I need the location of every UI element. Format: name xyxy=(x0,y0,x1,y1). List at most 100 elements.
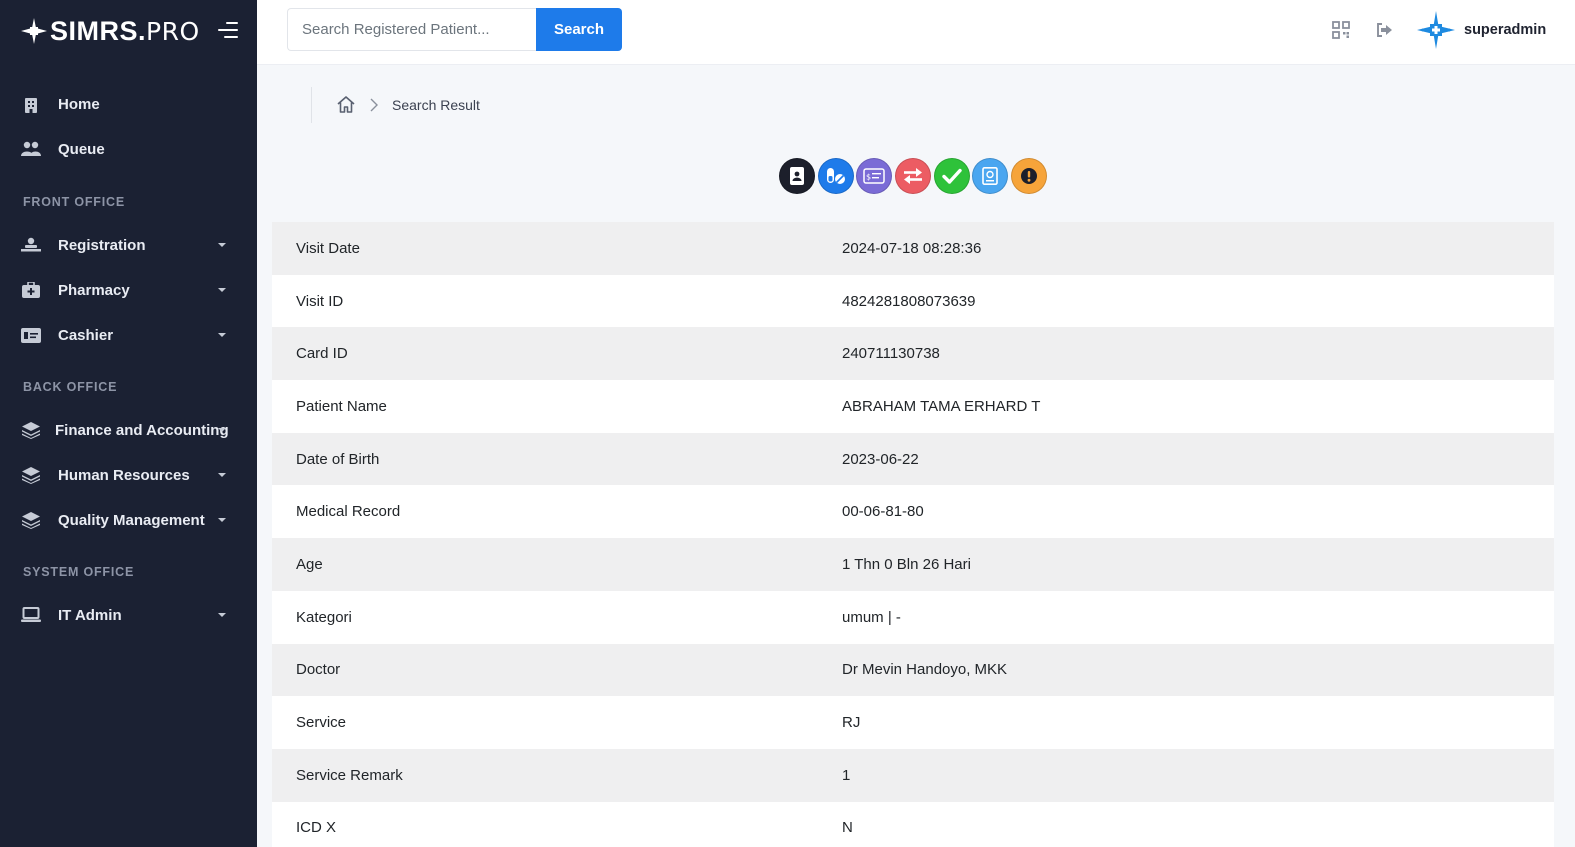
sidebar-item-label: Registration xyxy=(58,236,146,254)
sidebar-item-quality-management[interactable]: Quality Management xyxy=(0,500,257,540)
table-row: Service RJ xyxy=(272,696,1554,749)
exchange-arrows-icon xyxy=(904,168,923,184)
exclamation-icon xyxy=(1021,168,1038,184)
sidebar-item-registration[interactable]: Registration xyxy=(0,225,257,265)
pills-icon xyxy=(826,168,845,184)
topbar: Search superadmin xyxy=(257,0,1575,65)
row-value: ABRAHAM TAMA ERHARD T xyxy=(842,397,1041,415)
chevron-down-icon xyxy=(218,428,226,432)
logo-icon xyxy=(21,18,47,44)
row-value: N xyxy=(842,819,853,837)
table-row: Date of Birth 2023-06-22 xyxy=(272,432,1554,486)
layers-icon xyxy=(21,510,41,530)
table-row: Kategori umum | - xyxy=(272,590,1554,644)
brand-logo[interactable]: SIMRS.PRO xyxy=(20,14,200,48)
search-input[interactable] xyxy=(287,8,537,51)
row-value: 4824281808073639 xyxy=(842,292,976,310)
patient-bed-icon xyxy=(21,235,41,255)
row-value: 240711130738 xyxy=(842,345,940,363)
laptop-icon xyxy=(21,605,41,625)
row-label: Age xyxy=(296,555,323,573)
sidebar-item-label: IT Admin xyxy=(58,606,122,624)
section-back-office: BACK OFFICE xyxy=(23,380,118,394)
row-label: Date of Birth xyxy=(296,450,380,468)
row-value: 2024-07-18 08:28:36 xyxy=(842,239,982,257)
sidebar-item-queue[interactable]: Queue xyxy=(0,129,257,169)
users-icon xyxy=(21,139,41,159)
sidebar-item-label: Pharmacy xyxy=(58,281,130,299)
qr-code-icon[interactable] xyxy=(1332,21,1350,39)
row-label: Kategori xyxy=(296,608,352,626)
breadcrumb-current: Search Result xyxy=(392,97,480,113)
sidebar-item-label: Queue xyxy=(58,140,105,158)
address-book-icon xyxy=(982,167,999,185)
chevron-down-icon xyxy=(218,613,226,617)
table-row: ICD X N xyxy=(272,801,1554,847)
row-label: Service xyxy=(296,714,347,732)
menu-toggle-icon[interactable] xyxy=(218,21,238,39)
row-value: 1 Thn 0 Bln 26 Hari xyxy=(842,555,971,573)
transfer-button[interactable] xyxy=(895,158,932,194)
row-label: Doctor xyxy=(296,661,341,679)
sidebar-item-label: Finance and Accounting xyxy=(55,421,229,439)
sidebar: SIMRS.PRO Home Queue FRONT OFFICE Regist… xyxy=(0,0,257,847)
section-system-office: SYSTEM OFFICE xyxy=(23,565,135,579)
layers-icon xyxy=(21,420,41,440)
table-row: Visit Date 2024-07-18 08:28:36 xyxy=(272,222,1554,275)
chevron-down-icon xyxy=(218,288,226,292)
row-value: 00-06-81-80 xyxy=(842,503,924,521)
check-icon xyxy=(942,168,962,184)
chevron-down-icon xyxy=(218,243,226,247)
row-label: ICD X xyxy=(296,819,337,837)
sidebar-item-label: Quality Management xyxy=(58,511,205,529)
table-row: Age 1 Thn 0 Bln 26 Hari xyxy=(272,538,1554,591)
sidebar-item-human-resources[interactable]: Human Resources xyxy=(0,455,257,495)
money-check-icon: $ xyxy=(863,168,886,184)
sidebar-item-label: Cashier xyxy=(58,326,114,344)
brand-name: SIMRS.PRO xyxy=(50,15,200,46)
breadcrumb: Search Result xyxy=(311,87,480,123)
section-front-office: FRONT OFFICE xyxy=(23,195,125,209)
row-value: 2023-06-22 xyxy=(842,450,919,468)
sidebar-item-pharmacy[interactable]: Pharmacy xyxy=(0,270,257,310)
table-row: Patient Name ABRAHAM TAMA ERHARD T xyxy=(272,380,1554,433)
sidebar-item-it-admin[interactable]: IT Admin xyxy=(0,595,257,635)
sidebar-item-label: Human Resources xyxy=(58,466,190,484)
medical-book-button[interactable] xyxy=(972,158,1009,194)
avatar xyxy=(1417,11,1455,49)
table-row: Visit ID 4824281808073639 xyxy=(272,274,1554,328)
chevron-down-icon xyxy=(218,333,226,337)
user-menu[interactable]: superadmin xyxy=(1417,11,1546,49)
home-icon[interactable] xyxy=(336,95,356,115)
patient-detail-table: Visit Date 2024-07-18 08:28:36 Visit ID 48… xyxy=(272,222,1554,847)
table-row: Doctor Dr Mevin Handoyo, MKK xyxy=(272,643,1554,697)
billing-button[interactable]: $ xyxy=(856,158,893,194)
patient-action-buttons: $ xyxy=(779,158,1050,194)
chevron-down-icon xyxy=(218,473,226,477)
hospital-icon xyxy=(21,94,41,114)
row-label: Visit ID xyxy=(296,292,344,310)
row-value: Dr Mevin Handoyo, MKK xyxy=(842,661,1008,679)
patient-card-button[interactable] xyxy=(779,158,815,194)
medicine-button[interactable] xyxy=(817,158,854,194)
sidebar-item-label: Home xyxy=(58,95,100,113)
row-value: RJ xyxy=(842,714,861,732)
row-label: Patient Name xyxy=(296,397,387,415)
row-value: umum | - xyxy=(842,608,901,626)
logout-icon[interactable] xyxy=(1375,21,1393,39)
contact-book-icon xyxy=(790,167,804,185)
row-label: Visit Date xyxy=(296,239,360,257)
row-label: Service Remark xyxy=(296,766,403,784)
chevron-right-icon xyxy=(370,98,378,112)
username: superadmin xyxy=(1464,22,1547,38)
medkit-icon xyxy=(21,280,41,300)
sidebar-item-finance-accounting[interactable]: Finance and Accounting xyxy=(0,410,257,450)
table-row: Card ID 240711130738 xyxy=(272,327,1554,381)
search-button[interactable]: Search xyxy=(536,8,622,51)
alert-button[interactable] xyxy=(1011,158,1048,194)
table-row: Service Remark 1 xyxy=(272,748,1554,802)
sidebar-item-cashier[interactable]: Cashier xyxy=(0,315,257,355)
layers-icon xyxy=(21,465,41,485)
approve-button[interactable] xyxy=(933,158,970,194)
sidebar-item-home[interactable]: Home xyxy=(0,84,257,124)
